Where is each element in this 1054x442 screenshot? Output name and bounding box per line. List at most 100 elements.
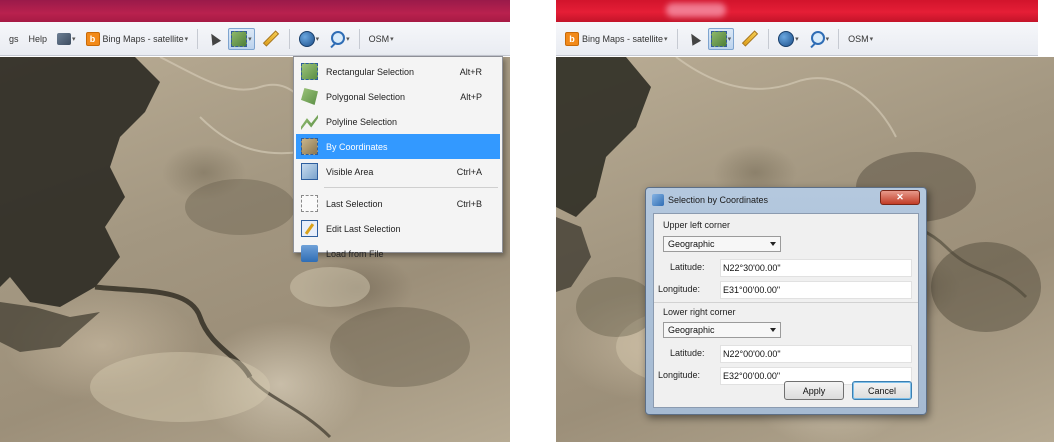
latitude-label: Latitude:: [670, 348, 705, 358]
zoom-tool-button[interactable]: ▾: [326, 28, 353, 50]
cancel-button[interactable]: Cancel: [852, 381, 912, 400]
apply-button[interactable]: Apply: [784, 381, 844, 400]
lower-right-latitude-row: Latitude: N22°00'00.00": [654, 344, 918, 364]
polyline-selection-icon: [301, 114, 318, 130]
menu-label: Rectangular Selection: [326, 66, 415, 77]
group-divider: [654, 302, 918, 303]
upper-left-label: Upper left corner: [663, 220, 731, 230]
chevron-down-icon: ▾: [869, 35, 874, 43]
menu-by-coordinates[interactable]: By Coordinates: [296, 134, 500, 159]
polygon-selection-icon: [301, 88, 318, 105]
selection-icon: [231, 30, 248, 47]
menu-visible-area[interactable]: Visible Area Ctrl+A: [296, 159, 500, 184]
upper-left-latitude-row: Latitude: N22°30'00.00": [654, 258, 918, 278]
chevron-down-icon: ▾: [390, 35, 394, 43]
window-title-bar: [556, 0, 1038, 22]
upper-left-longitude-row: Longitude: E31°00'00.00": [654, 280, 918, 300]
toolbar-divider: [197, 28, 199, 49]
satellite-tool-button[interactable]: ▾: [54, 28, 79, 50]
zoom-icon: [809, 30, 825, 47]
window-title-bar: [0, 0, 510, 22]
lower-right-label: Lower right corner: [663, 307, 736, 317]
longitude-label: Longitude:: [658, 370, 701, 380]
menu-label: By Coordinates: [326, 141, 388, 152]
menu-label: Polygonal Selection: [326, 91, 406, 102]
globe-tool-button[interactable]: ▾: [296, 28, 323, 50]
chevron-down-icon: ▾: [795, 35, 799, 43]
chevron-down-icon: ▾: [664, 35, 668, 43]
menu-help[interactable]: Help: [26, 34, 51, 44]
osm-dropdown[interactable]: OSM ▾: [366, 28, 397, 50]
app-icon: [652, 194, 664, 206]
upper-left-system-select[interactable]: Geographic: [663, 236, 781, 252]
map-source-dropdown[interactable]: b Bing Maps - satellite ▾: [83, 28, 192, 50]
bing-icon: b: [85, 31, 100, 46]
menu-edit-last-selection[interactable]: Edit Last Selection: [296, 216, 500, 241]
rectangle-selection-icon: [301, 63, 318, 80]
globe-icon: [778, 30, 795, 47]
measure-tool-button[interactable]: [259, 28, 283, 50]
lower-right-system-select[interactable]: Geographic: [663, 322, 781, 338]
map-source-dropdown[interactable]: b Bing Maps - satellite ▾: [562, 28, 671, 50]
zoom-tool-button[interactable]: ▾: [806, 28, 833, 50]
toolbar-divider: [358, 28, 360, 49]
measure-tool-button[interactable]: [738, 28, 762, 50]
menu-load-from-file[interactable]: Load from File: [296, 241, 500, 266]
osm-dropdown[interactable]: OSM ▾: [845, 28, 876, 50]
menu-label: Last Selection: [326, 198, 383, 209]
menu-shortcut: Ctrl+B: [456, 198, 482, 209]
menu-label: Visible Area: [326, 166, 374, 177]
pointer-icon: [207, 31, 222, 46]
chevron-down-icon: ▾: [315, 35, 320, 43]
menu-rectangular-selection[interactable]: Rectangular Selection Alt+R: [296, 59, 500, 84]
load-file-icon: [301, 245, 318, 262]
menu-item-partial[interactable]: gs: [6, 34, 22, 44]
pointer-tool-button[interactable]: [204, 28, 224, 50]
menu-separator: [324, 187, 498, 188]
map-source-label: Bing Maps - satellite: [102, 33, 184, 44]
zoom-icon: [329, 30, 346, 47]
dialog-title: Selection by Coordinates: [668, 195, 769, 205]
upper-left-latitude-input[interactable]: N22°30'00.00": [720, 259, 912, 277]
selection-tool-button[interactable]: ▾: [707, 27, 735, 50]
menu-polygonal-selection[interactable]: Polygonal Selection Alt+P: [296, 84, 500, 109]
visible-area-icon: [301, 163, 318, 180]
select-value: Geographic: [668, 239, 715, 249]
menu-label: Load from File: [326, 248, 384, 259]
toolbar-divider: [838, 28, 840, 49]
upper-left-longitude-input[interactable]: E31°00'00.00": [720, 281, 912, 299]
pointer-tool-button[interactable]: [684, 28, 704, 50]
longitude-label: Longitude:: [658, 284, 701, 294]
coordinates-selection-icon: [301, 138, 318, 155]
dialog-title-bar[interactable]: Selection by Coordinates ✕: [646, 188, 926, 212]
menu-shortcut: Alt+R: [459, 66, 482, 77]
close-button[interactable]: ✕: [880, 190, 920, 205]
chevron-down-icon: ▾: [825, 35, 830, 43]
chevron-down-icon: [770, 242, 776, 246]
chevron-down-icon: ▾: [72, 35, 76, 43]
main-toolbar: gs Help ▾ b Bing Maps - satellite ▾ ▾ ▾: [0, 22, 510, 56]
menu-last-selection[interactable]: Last Selection Ctrl+B: [296, 191, 500, 216]
selection-menu: Rectangular Selection Alt+R Polygonal Se…: [293, 56, 503, 262]
globe-icon: [298, 30, 315, 47]
chevron-down-icon: ▾: [346, 35, 350, 43]
selection-by-coordinates-dialog: Selection by Coordinates ✕ Upper left co…: [645, 187, 927, 415]
lower-right-latitude-input[interactable]: N22°00'00.00": [720, 345, 912, 363]
selection-icon: [710, 30, 727, 47]
menu-polyline-selection[interactable]: Polyline Selection: [296, 109, 500, 134]
selection-tool-button[interactable]: ▾: [228, 27, 255, 50]
osm-label: OSM: [848, 33, 869, 44]
map-source-label: Bing Maps - satellite: [582, 33, 664, 44]
menu-shortcut: Ctrl+A: [456, 166, 482, 177]
dialog-body: Upper left corner Geographic Latitude: N…: [653, 213, 919, 408]
toolbar-divider: [288, 28, 290, 49]
edit-selection-icon: [301, 220, 318, 237]
toolbar-divider: [768, 28, 770, 49]
globe-tool-button[interactable]: ▾: [775, 28, 802, 50]
main-toolbar: b Bing Maps - satellite ▾ ▾ ▾ ▾ OSM ▾: [556, 22, 1038, 56]
satellite-icon: [57, 32, 72, 45]
bing-icon: b: [565, 31, 579, 46]
ruler-icon: [262, 30, 279, 47]
left-screenshot: gs Help ▾ b Bing Maps - satellite ▾ ▾ ▾: [0, 0, 510, 442]
chevron-down-icon: ▾: [184, 35, 189, 43]
